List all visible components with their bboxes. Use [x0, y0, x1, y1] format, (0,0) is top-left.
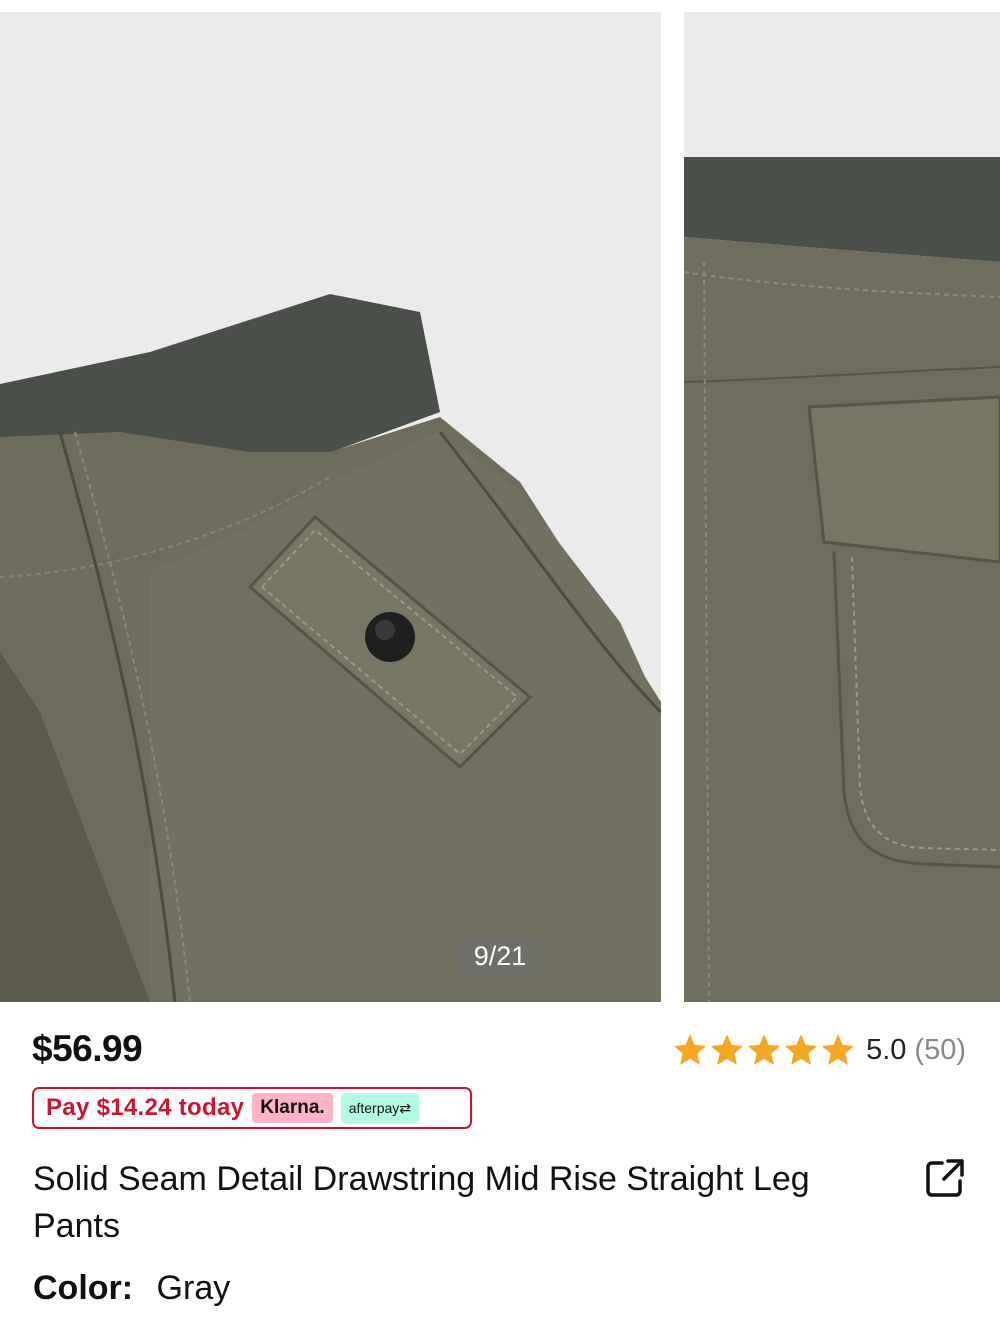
product-image-side[interactable] [684, 12, 1000, 1002]
installment-banner[interactable]: Pay $14.24 today Klarna. afterpay⇄ [32, 1087, 472, 1129]
color-value: Gray [156, 1269, 231, 1307]
star-icon [785, 1034, 818, 1065]
product-image-main[interactable] [0, 12, 661, 1002]
color-selector: Color: Gray [33, 1269, 230, 1308]
pay-today-text: Pay $14.24 today [46, 1094, 245, 1121]
star-rating [672, 1032, 856, 1068]
afterpay-logo: afterpay⇄ [340, 1093, 420, 1123]
color-label: Color: [33, 1269, 134, 1307]
review-count[interactable]: (50) [914, 1034, 966, 1067]
product-title: Solid Seam Detail Drawstring Mid Rise St… [33, 1160, 810, 1245]
image-counter: 9/21 [453, 934, 547, 978]
star-icon [674, 1034, 707, 1065]
pants-waist-pocket-image [0, 12, 661, 1002]
star-icon [711, 1034, 744, 1065]
pants-back-pocket-image [684, 12, 1000, 1002]
rating-summary[interactable]: 5.0 (50) [672, 1032, 966, 1068]
product-price: $56.99 [32, 1028, 143, 1069]
klarna-logo: Klarna. [252, 1093, 333, 1123]
star-icon [748, 1034, 781, 1065]
star-icon [822, 1034, 855, 1065]
share-external-icon[interactable] [922, 1155, 968, 1201]
product-gallery[interactable]: 9/21 [0, 0, 1000, 1002]
rating-value: 5.0 [866, 1033, 907, 1066]
